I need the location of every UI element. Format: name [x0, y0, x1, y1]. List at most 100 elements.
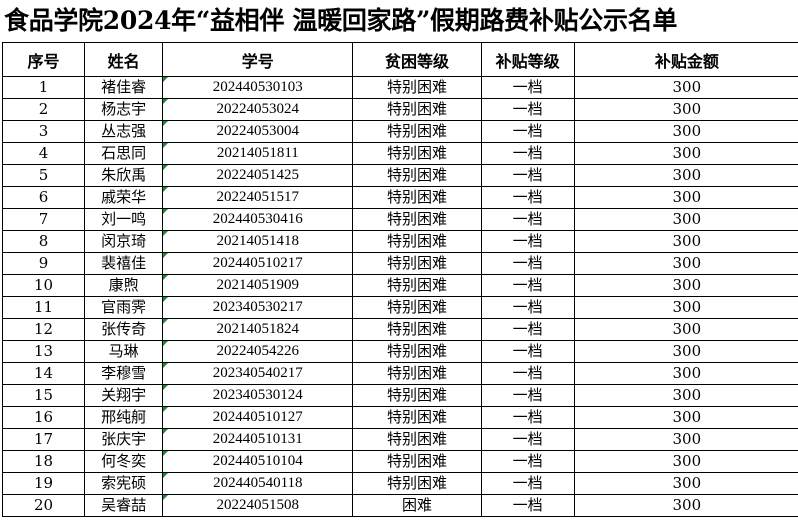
amount-cell[interactable]: 300	[573, 274, 798, 297]
row-number-cell[interactable]: 5	[1, 164, 86, 187]
student-id-cell[interactable]: 202440530103	[162, 76, 354, 99]
subsidy-level-cell[interactable]: 一档	[480, 208, 575, 231]
amount-cell[interactable]: 300	[573, 450, 798, 473]
subsidy-level-cell[interactable]: 一档	[480, 318, 575, 341]
poverty-level-cell[interactable]: 特别困难	[352, 98, 482, 121]
student-id-cell[interactable]: 202440510131	[162, 428, 354, 451]
name-cell[interactable]: 关翔宇	[84, 384, 164, 407]
row-number-cell[interactable]: 11	[1, 296, 86, 319]
row-number-cell[interactable]: 20	[1, 494, 86, 517]
subsidy-level-cell[interactable]: 一档	[480, 164, 575, 187]
name-cell[interactable]: 石思同	[84, 142, 164, 165]
row-number-cell[interactable]: 9	[1, 252, 86, 275]
student-id-cell[interactable]: 202340530124	[162, 384, 354, 407]
student-id-cell[interactable]: 20224051508	[162, 494, 354, 517]
row-number-cell[interactable]: 18	[1, 450, 86, 473]
header-cell[interactable]: 补贴等级	[480, 42, 575, 77]
student-id-cell[interactable]: 20224051517	[162, 186, 354, 209]
row-number-cell[interactable]: 3	[1, 120, 86, 143]
student-id-cell[interactable]: 20224053004	[162, 120, 354, 143]
amount-cell[interactable]: 300	[573, 384, 798, 407]
name-cell[interactable]: 裴禧佳	[84, 252, 164, 275]
poverty-level-cell[interactable]: 特别困难	[352, 120, 482, 143]
poverty-level-cell[interactable]: 特别困难	[352, 450, 482, 473]
row-number-cell[interactable]: 10	[1, 274, 86, 297]
poverty-level-cell[interactable]: 特别困难	[352, 296, 482, 319]
amount-cell[interactable]: 300	[573, 494, 798, 517]
name-cell[interactable]: 刘一鸣	[84, 208, 164, 231]
header-cell[interactable]: 贫困等级	[352, 42, 482, 77]
amount-cell[interactable]: 300	[573, 296, 798, 319]
subsidy-level-cell[interactable]: 一档	[480, 76, 575, 99]
student-id-cell[interactable]: 202440510127	[162, 406, 354, 429]
amount-cell[interactable]: 300	[573, 340, 798, 363]
subsidy-level-cell[interactable]: 一档	[480, 98, 575, 121]
name-cell[interactable]: 李穆雪	[84, 362, 164, 385]
row-number-cell[interactable]: 13	[1, 340, 86, 363]
student-id-cell[interactable]: 20224051425	[162, 164, 354, 187]
row-number-cell[interactable]: 1	[1, 76, 86, 99]
amount-cell[interactable]: 300	[573, 428, 798, 451]
row-number-cell[interactable]: 6	[1, 186, 86, 209]
subsidy-level-cell[interactable]: 一档	[480, 230, 575, 253]
student-id-cell[interactable]: 202340530217	[162, 296, 354, 319]
subsidy-level-cell[interactable]: 一档	[480, 406, 575, 429]
amount-cell[interactable]: 300	[573, 98, 798, 121]
row-number-cell[interactable]: 14	[1, 362, 86, 385]
amount-cell[interactable]: 300	[573, 472, 798, 495]
subsidy-level-cell[interactable]: 一档	[480, 340, 575, 363]
header-cell[interactable]: 学号	[162, 42, 354, 77]
name-cell[interactable]: 张庆宇	[84, 428, 164, 451]
student-id-cell[interactable]: 202440540118	[162, 472, 354, 495]
subsidy-level-cell[interactable]: 一档	[480, 362, 575, 385]
poverty-level-cell[interactable]: 特别困难	[352, 142, 482, 165]
amount-cell[interactable]: 300	[573, 230, 798, 253]
header-cell[interactable]: 序号	[1, 42, 86, 77]
name-cell[interactable]: 朱欣禹	[84, 164, 164, 187]
row-number-cell[interactable]: 17	[1, 428, 86, 451]
name-cell[interactable]: 杨志宇	[84, 98, 164, 121]
name-cell[interactable]: 戚荣华	[84, 186, 164, 209]
poverty-level-cell[interactable]: 特别困难	[352, 318, 482, 341]
poverty-level-cell[interactable]: 特别困难	[352, 76, 482, 99]
amount-cell[interactable]: 300	[573, 142, 798, 165]
name-cell[interactable]: 丛志强	[84, 120, 164, 143]
name-cell[interactable]: 褚佳睿	[84, 76, 164, 99]
student-id-cell[interactable]: 20214051824	[162, 318, 354, 341]
amount-cell[interactable]: 300	[573, 76, 798, 99]
name-cell[interactable]: 何冬奕	[84, 450, 164, 473]
poverty-level-cell[interactable]: 特别困难	[352, 428, 482, 451]
name-cell[interactable]: 吴睿喆	[84, 494, 164, 517]
name-cell[interactable]: 马琳	[84, 340, 164, 363]
poverty-level-cell[interactable]: 特别困难	[352, 406, 482, 429]
amount-cell[interactable]: 300	[573, 252, 798, 275]
student-id-cell[interactable]: 202440510217	[162, 252, 354, 275]
row-number-cell[interactable]: 15	[1, 384, 86, 407]
student-id-cell[interactable]: 20214051811	[162, 142, 354, 165]
poverty-level-cell[interactable]: 特别困难	[352, 274, 482, 297]
amount-cell[interactable]: 300	[573, 318, 798, 341]
row-number-cell[interactable]: 7	[1, 208, 86, 231]
name-cell[interactable]: 康煦	[84, 274, 164, 297]
row-number-cell[interactable]: 2	[1, 98, 86, 121]
poverty-level-cell[interactable]: 特别困难	[352, 384, 482, 407]
poverty-level-cell[interactable]: 困难	[352, 494, 482, 517]
amount-cell[interactable]: 300	[573, 164, 798, 187]
student-id-cell[interactable]: 202340540217	[162, 362, 354, 385]
poverty-level-cell[interactable]: 特别困难	[352, 230, 482, 253]
student-id-cell[interactable]: 20224054226	[162, 340, 354, 363]
poverty-level-cell[interactable]: 特别困难	[352, 164, 482, 187]
poverty-level-cell[interactable]: 特别困难	[352, 208, 482, 231]
subsidy-level-cell[interactable]: 一档	[480, 252, 575, 275]
amount-cell[interactable]: 300	[573, 186, 798, 209]
amount-cell[interactable]: 300	[573, 208, 798, 231]
name-cell[interactable]: 张传奇	[84, 318, 164, 341]
subsidy-level-cell[interactable]: 一档	[480, 296, 575, 319]
row-number-cell[interactable]: 4	[1, 142, 86, 165]
subsidy-level-cell[interactable]: 一档	[480, 428, 575, 451]
subsidy-level-cell[interactable]: 一档	[480, 186, 575, 209]
poverty-level-cell[interactable]: 特别困难	[352, 340, 482, 363]
poverty-level-cell[interactable]: 特别困难	[352, 252, 482, 275]
amount-cell[interactable]: 300	[573, 362, 798, 385]
header-cell[interactable]: 补贴金额	[573, 42, 798, 77]
